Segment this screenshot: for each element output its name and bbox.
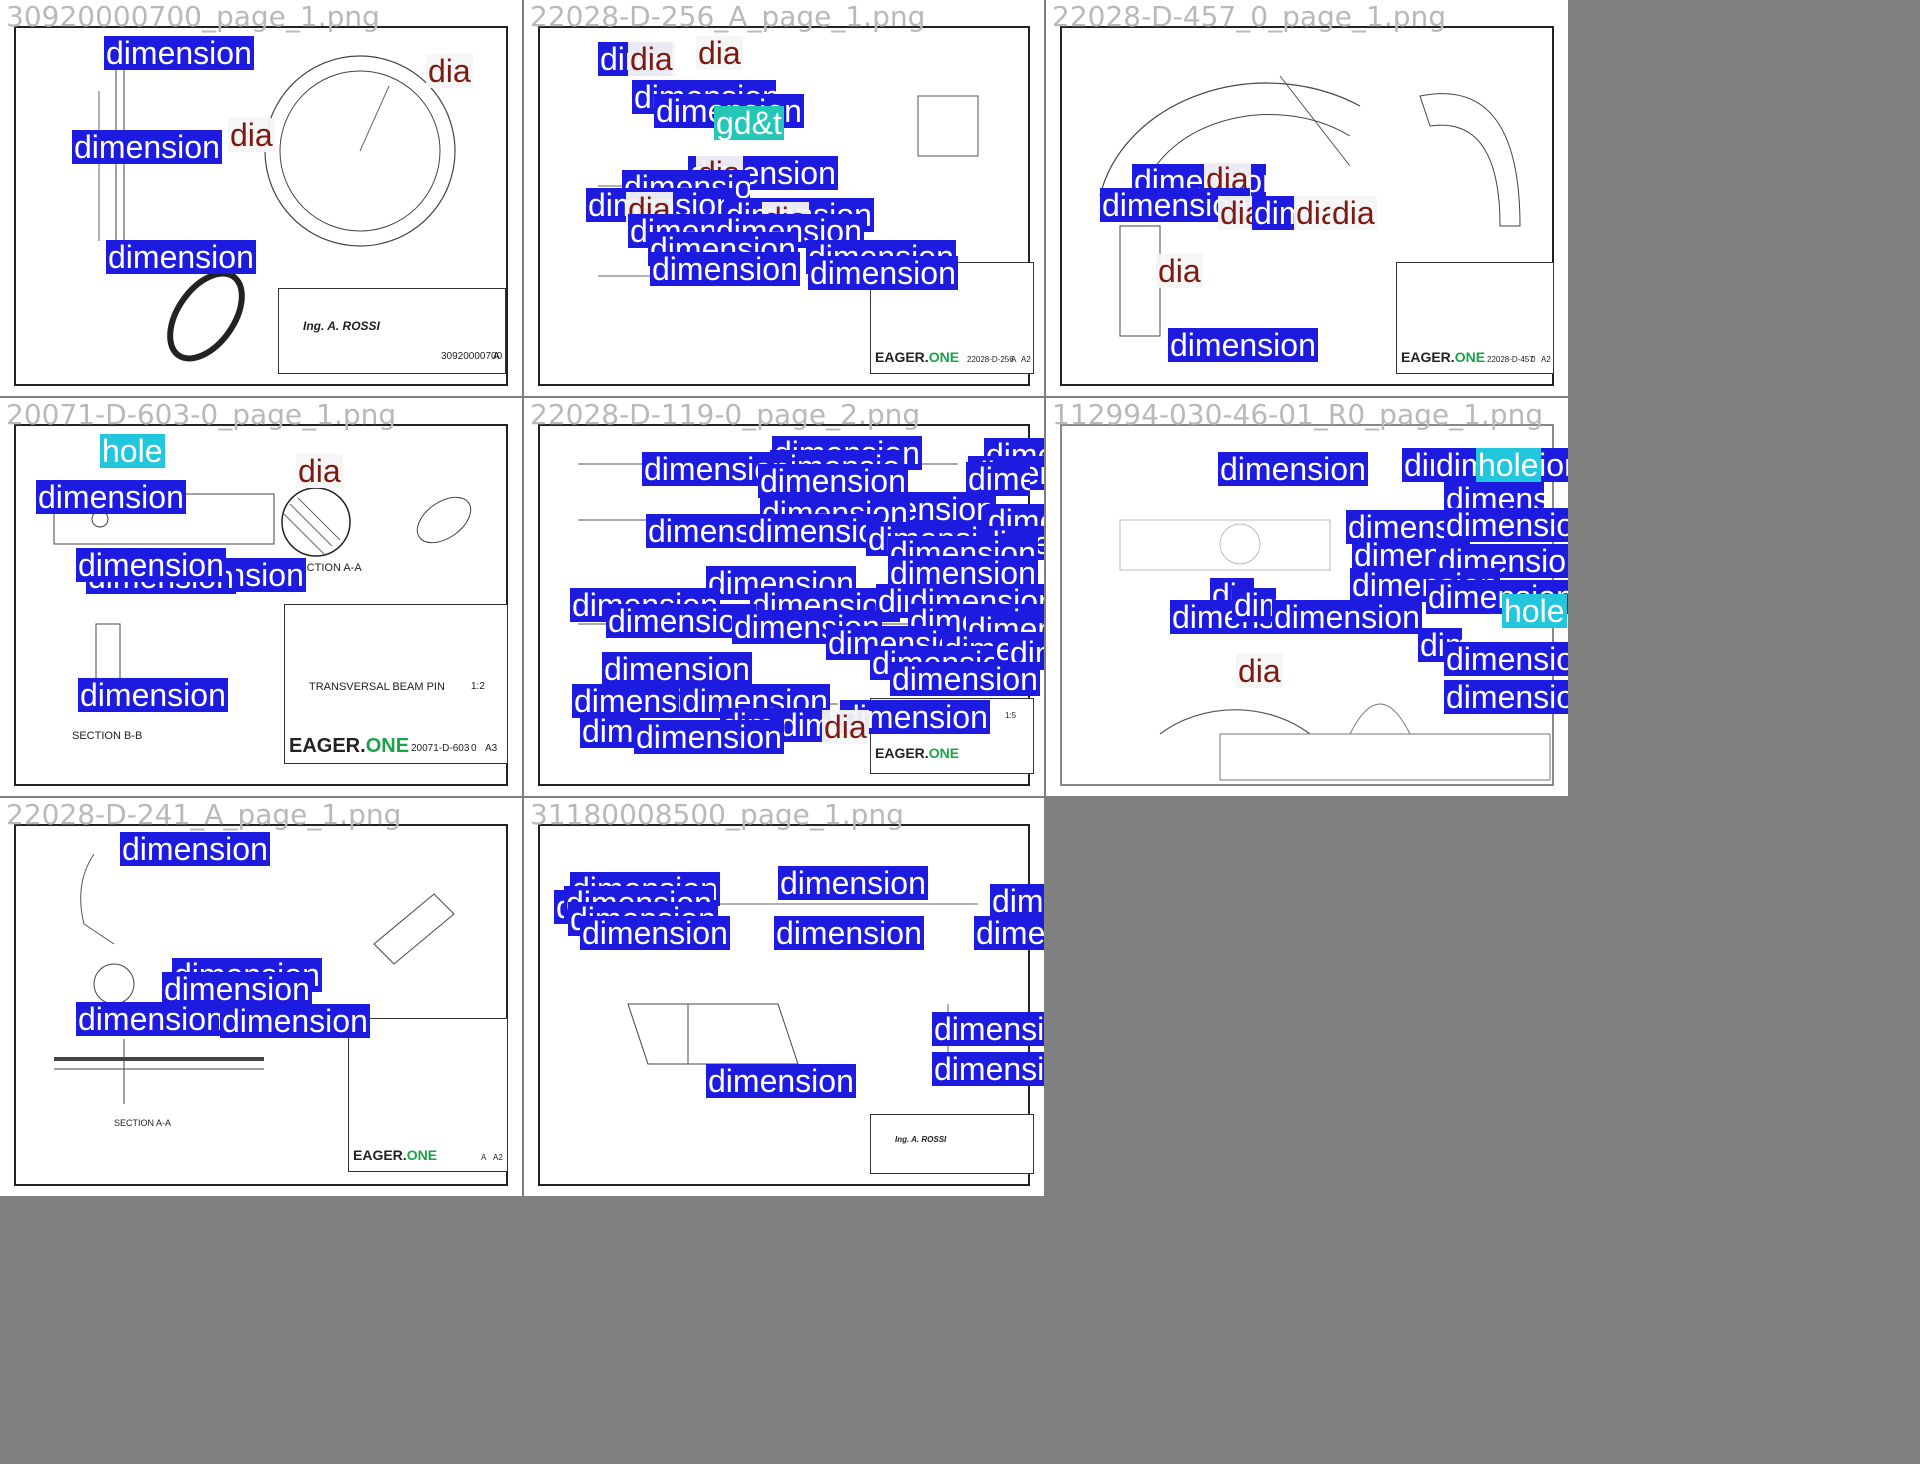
label-dimension: dimension bbox=[1272, 599, 1422, 635]
eager-logo: EAGER.ONE bbox=[1401, 349, 1486, 365]
label-dimension: dimension bbox=[78, 677, 228, 713]
label-dimension: dimension bbox=[932, 1052, 1044, 1086]
label-dimension: dimension bbox=[890, 661, 1040, 697]
section-label: SECTION A-A bbox=[114, 1118, 172, 1128]
label-hole: hole bbox=[1476, 447, 1541, 483]
panel-filename: 31180008500_page_1.png bbox=[530, 798, 904, 831]
label-dimension: dimension bbox=[76, 1001, 226, 1037]
panel-22028-D-256: 22028-D-256_A_page_1.png EAGER.ONE 22028… bbox=[524, 0, 1044, 396]
label-dimension: dimension bbox=[120, 831, 270, 867]
label-dimension: dimension bbox=[650, 251, 800, 287]
label-dimension: dimension bbox=[580, 915, 730, 951]
title-block: Ing. A. ROSSI 30920000700 A bbox=[278, 288, 506, 374]
panel-filename: 20071-D-603-0_page_1.png bbox=[6, 398, 397, 431]
title-block: EAGER.ONE A A2 bbox=[348, 1018, 508, 1172]
label-hole: hole bbox=[100, 433, 165, 469]
label-dimension: dimension bbox=[1444, 508, 1568, 542]
label-dia: dia bbox=[696, 35, 743, 71]
label-dimension: dimension bbox=[220, 1003, 370, 1039]
label-dimension: dimension bbox=[76, 547, 226, 583]
eager-logo: EAGER.ONE bbox=[875, 349, 960, 365]
company-name: Ing. A. ROSSI bbox=[895, 1135, 947, 1144]
panel-filename: 22028-D-457_0_page_1.png bbox=[1052, 0, 1447, 33]
label-dimension: dimension bbox=[104, 35, 254, 71]
label-dia: dia bbox=[822, 709, 869, 745]
label-dia: dia bbox=[628, 41, 675, 77]
label-dimension: dimension bbox=[990, 884, 1044, 918]
revision: 0 bbox=[1531, 355, 1536, 364]
label-dimension: dimension bbox=[706, 1063, 856, 1099]
drawing-number: 22028-D-256 bbox=[967, 355, 1014, 364]
panel-filename: 30920000700_page_1.png bbox=[6, 0, 380, 33]
label-dimension: dimension bbox=[808, 255, 958, 291]
title-block: TRANSVERSAL BEAM PIN 1:2 EAGER.ONE 20071… bbox=[284, 604, 508, 764]
label-dimension: dimension bbox=[1218, 451, 1368, 487]
part-title: TRANSVERSAL BEAM PIN bbox=[309, 681, 445, 693]
panel-filename: 22028-D-256_A_page_1.png bbox=[530, 0, 926, 33]
panel-filename: 22028-D-119-0_page_2.png bbox=[530, 398, 921, 431]
label-gdt: gd&t bbox=[714, 105, 784, 141]
panel-22028-D-119: 22028-D-119-0_page_2.png EAGER.ONE 1:5 d… bbox=[524, 398, 1044, 796]
label-dimension: dimension bbox=[580, 714, 640, 748]
title-block: EAGER.ONE 22028-D-457 0 A2 bbox=[1396, 262, 1554, 374]
company-name: Ing. A. ROSSI bbox=[303, 319, 380, 333]
title-block: Ing. A. ROSSI bbox=[870, 1114, 1034, 1174]
revision: A bbox=[493, 351, 500, 362]
panel-20071-D-603: 20071-D-603-0_page_1.png SECTION A-A SEC… bbox=[0, 398, 522, 796]
revision: 0 bbox=[471, 743, 477, 754]
revision: A bbox=[1011, 355, 1017, 364]
label-dimension: dimension bbox=[1168, 327, 1318, 363]
panel-112994-030-46-01: 112994-030-46-01_R0_page_1.png dimension… bbox=[1046, 398, 1568, 796]
label-dimension: dimension bbox=[1252, 196, 1296, 230]
panel-filename: 112994-030-46-01_R0_page_1.png bbox=[1052, 398, 1544, 431]
label-dimension: dimension bbox=[106, 239, 256, 275]
sheet-size: A2 bbox=[1541, 355, 1551, 364]
label-dimension: dimension bbox=[1232, 588, 1276, 622]
label-dimension: dimension bbox=[72, 129, 222, 165]
scale: 1:5 bbox=[1005, 711, 1017, 720]
sheet-size: A2 bbox=[1021, 355, 1031, 364]
drawing-number: 20071-D-603 bbox=[411, 743, 470, 754]
sheet-size: A2 bbox=[493, 1153, 503, 1162]
label-dimension: dimension bbox=[932, 1012, 1044, 1046]
revision: A bbox=[481, 1153, 487, 1162]
label-dimension: dimension bbox=[774, 915, 924, 951]
label-dimension: dimension bbox=[1444, 680, 1568, 714]
eager-logo: EAGER.ONE bbox=[289, 735, 410, 757]
scale: 1:2 bbox=[471, 681, 485, 692]
label-dia: dia bbox=[1330, 195, 1377, 231]
label-dia: dia bbox=[426, 53, 473, 89]
eager-logo: EAGER.ONE bbox=[875, 745, 960, 761]
label-dimension: dimension bbox=[634, 719, 784, 755]
panel-31180008500: 31180008500_page_1.png Ing. A. ROSSI dim… bbox=[524, 798, 1044, 1196]
section-b-label: SECTION B-B bbox=[72, 730, 143, 742]
panel-22028-D-457: 22028-D-457_0_page_1.png EAGER.ONE 22028… bbox=[1046, 0, 1568, 396]
label-dimension: dimension bbox=[602, 651, 752, 687]
label-dimension: dimension bbox=[1444, 642, 1568, 676]
panel-22028-D-241: 22028-D-241_A_page_1.png SECTION A-A EAG… bbox=[0, 798, 522, 1196]
label-dimension: dimension bbox=[746, 514, 880, 548]
label-dia: dia bbox=[228, 117, 275, 153]
panel-filename: 22028-D-241_A_page_1.png bbox=[6, 798, 402, 831]
label-dimension: dimension bbox=[572, 684, 686, 718]
drawing-number: 22028-D-457 bbox=[1487, 355, 1534, 364]
label-hole: hole bbox=[1502, 593, 1567, 629]
label-dimension: dimension bbox=[778, 865, 928, 901]
label-dimension: dimension bbox=[974, 916, 1044, 950]
sheet-size: A3 bbox=[485, 743, 498, 754]
label-dia: dia bbox=[1236, 653, 1283, 689]
label-dia: dia bbox=[1156, 253, 1203, 289]
panel-30920000700: 30920000700_page_1.png Ing. A. ROSSI 309… bbox=[0, 0, 522, 396]
eager-logo: EAGER.ONE bbox=[353, 1147, 438, 1163]
label-dimension: dimension bbox=[36, 479, 186, 515]
label-dia: dia bbox=[296, 453, 343, 489]
